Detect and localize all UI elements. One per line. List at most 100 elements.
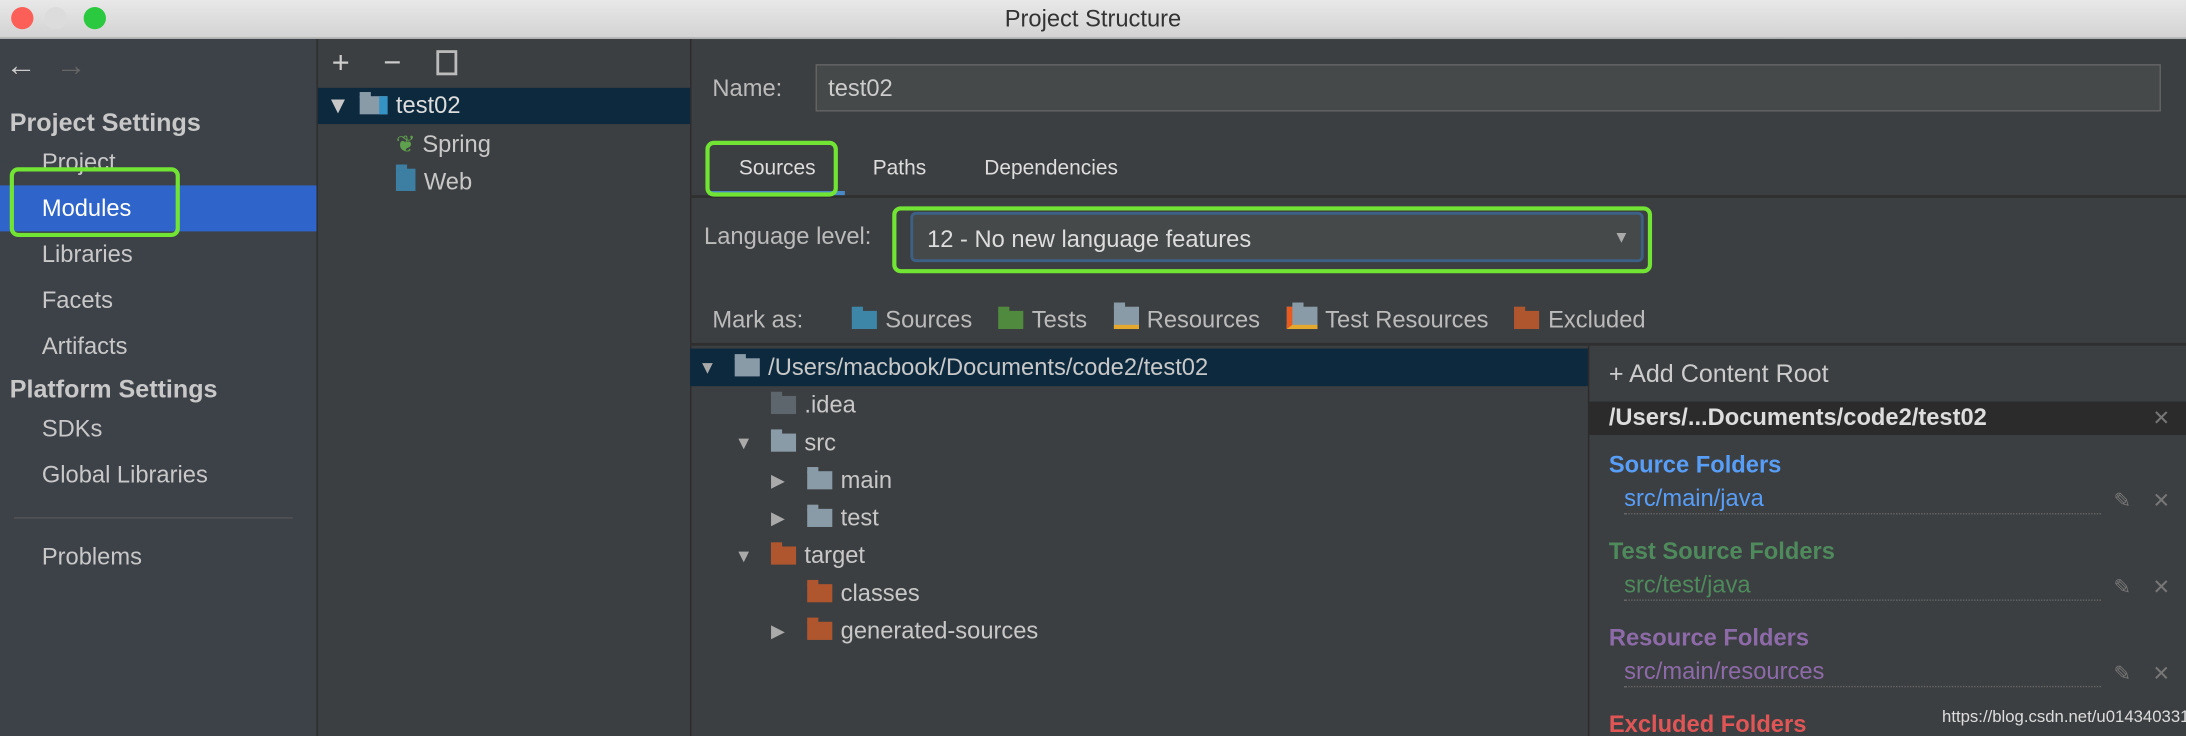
folder-entry[interactable]: src/test/java (1624, 571, 2101, 601)
expand-down-icon[interactable]: ▼ (326, 86, 349, 124)
tree-row[interactable]: classes (690, 574, 1588, 612)
project-settings-heading: Project Settings (9, 108, 201, 137)
sources-folder-icon (851, 306, 877, 330)
spring-leaf-icon: ❦ (395, 131, 423, 158)
sidebar: ← → Project Settings Project Modules Lib… (0, 39, 318, 736)
add-content-root-label: Add Content Root (1629, 359, 1829, 388)
close-icon[interactable]: ✕ (2153, 488, 2171, 513)
tree-row[interactable]: ▼ /Users/macbook/Documents/code2/test02 (690, 348, 1588, 387)
expand-right-icon[interactable]: ▶ (771, 499, 785, 537)
mark-sources-button[interactable]: Sources (851, 306, 973, 334)
folder-entry[interactable]: src/main/java (1624, 485, 2101, 515)
tab-dependencies[interactable]: Dependencies (984, 156, 1118, 180)
folder-icon (770, 391, 797, 415)
facet-web[interactable]: Web (395, 163, 472, 201)
tree-item: generated-sources (807, 612, 1038, 650)
module-test02[interactable]: test02 (359, 86, 461, 124)
folder-icon (807, 617, 833, 640)
expand-down-icon[interactable]: ▼ (735, 537, 753, 575)
content-root-path: /Users/...Documents/code2/test02 (1608, 404, 1987, 431)
tree-label: src (804, 429, 837, 456)
back-arrow-icon[interactable]: ← (6, 47, 37, 83)
tree-label: generated-sources (840, 617, 1039, 645)
content-root-header: /Users/...Documents/code2/test02 ✕ (1589, 401, 2186, 435)
facet-spring[interactable]: ❦ Spring (396, 125, 491, 163)
tree-row[interactable]: ▶ test (690, 499, 1588, 537)
close-icon[interactable]: ✕ (2153, 574, 2171, 600)
tree-label: target (804, 542, 866, 569)
project-structure-window: Project Structure ← → Project Settings P… (0, 0, 2186, 736)
add-content-root-button[interactable]: + Add Content Root (1609, 360, 1829, 389)
sidebar-item-artifacts[interactable]: Artifacts (42, 333, 128, 361)
sidebar-item-facets[interactable]: Facets (42, 287, 113, 315)
tab-paths[interactable]: Paths (873, 156, 926, 180)
name-value: test02 (828, 75, 893, 102)
tree-row[interactable]: ▼ src (690, 424, 1588, 462)
divider (13, 517, 293, 519)
close-icon[interactable]: ✕ (2153, 406, 2171, 431)
folder-path: src/main/resources (1624, 658, 1825, 685)
tree-label: test (840, 504, 879, 532)
expand-right-icon[interactable]: ▶ (771, 461, 785, 499)
folder-group-title: Test Source Folders (1608, 538, 1835, 565)
folder-group-title: Excluded Folders (1608, 711, 1807, 736)
copy-icon[interactable] (436, 50, 458, 76)
mark-label: Sources (885, 306, 973, 334)
tree-row[interactable]: ▶ generated-sources (690, 612, 1588, 650)
tree-item: test (807, 499, 879, 537)
language-level-label: Language level: (704, 223, 872, 250)
module-icon (359, 92, 388, 115)
mark-excluded-button[interactable]: Excluded (1514, 306, 1646, 333)
folder-icon (770, 429, 797, 452)
folder-group-title: Resource Folders (1608, 624, 1810, 652)
highlight-box (705, 140, 838, 197)
tree-item: .idea (770, 386, 856, 424)
tree-row[interactable]: .idea (690, 386, 1588, 424)
mark-test-resources-button[interactable]: Test Resources (1286, 302, 1489, 334)
folder-path: src/main/java (1624, 485, 1764, 512)
edit-pencil-icon[interactable]: ✎ (2114, 574, 2132, 600)
name-input[interactable]: test02 (815, 64, 2161, 112)
remove-icon[interactable]: − (383, 45, 401, 81)
tab-divider (690, 195, 2186, 198)
folder-path: src/test/java (1624, 571, 1751, 599)
modules-panel: + − ▼ test02 ❦ Spring Web (317, 39, 692, 736)
plus-icon: + (1608, 359, 1630, 388)
folder-icon (734, 354, 760, 377)
mark-tests-button[interactable]: Tests (998, 307, 1087, 333)
tree-row[interactable]: ▼ target (690, 537, 1588, 575)
excluded-folder-icon (1514, 306, 1540, 330)
edit-pencil-icon[interactable]: ✎ (2114, 661, 2132, 686)
folder-icon (807, 467, 833, 490)
sidebar-item-global-libraries[interactable]: Global Libraries (42, 461, 208, 489)
sidebar-item-problems[interactable]: Problems (42, 544, 142, 572)
tree-label: main (840, 467, 893, 494)
add-icon[interactable]: + (332, 45, 350, 81)
sidebar-item-sdks[interactable]: SDKs (42, 415, 103, 443)
test-resources-folder-icon (1286, 302, 1317, 330)
expand-right-icon[interactable]: ▶ (771, 612, 785, 650)
tests-folder-icon (998, 306, 1024, 330)
module-label: test02 (395, 92, 461, 119)
content-roots-panel: + Add Content Root /Users/...Documents/c… (1589, 346, 2186, 736)
facet-label: Spring (422, 131, 491, 158)
mark-resources-button[interactable]: Resources (1113, 302, 1261, 334)
folder-entry[interactable]: src/main/resources (1624, 658, 2101, 688)
mark-label: Test Resources (1325, 306, 1489, 334)
mark-as-label: Mark as: (712, 306, 804, 334)
mark-label: Resources (1146, 306, 1261, 334)
content-tree: ▼ /Users/macbook/Documents/code2/test02 .i… (690, 348, 1588, 736)
name-label: Name: (712, 75, 783, 102)
expand-down-icon[interactable]: ▼ (698, 349, 716, 387)
mark-as-toolbar: Sources Tests Resources Test Resources E… (851, 302, 1646, 335)
tree-row[interactable]: ▶ main (690, 461, 1588, 499)
expand-down-icon[interactable]: ▼ (735, 424, 753, 462)
folder-group-title: Source Folders (1608, 451, 1782, 479)
folder-icon (770, 542, 797, 565)
sidebar-item-libraries[interactable]: Libraries (42, 241, 133, 269)
mark-label: Tests (1031, 306, 1088, 334)
forward-arrow-icon[interactable]: → (56, 47, 87, 83)
tree-item: main (807, 461, 892, 499)
close-icon[interactable]: ✕ (2153, 661, 2171, 686)
edit-pencil-icon[interactable]: ✎ (2114, 488, 2132, 513)
